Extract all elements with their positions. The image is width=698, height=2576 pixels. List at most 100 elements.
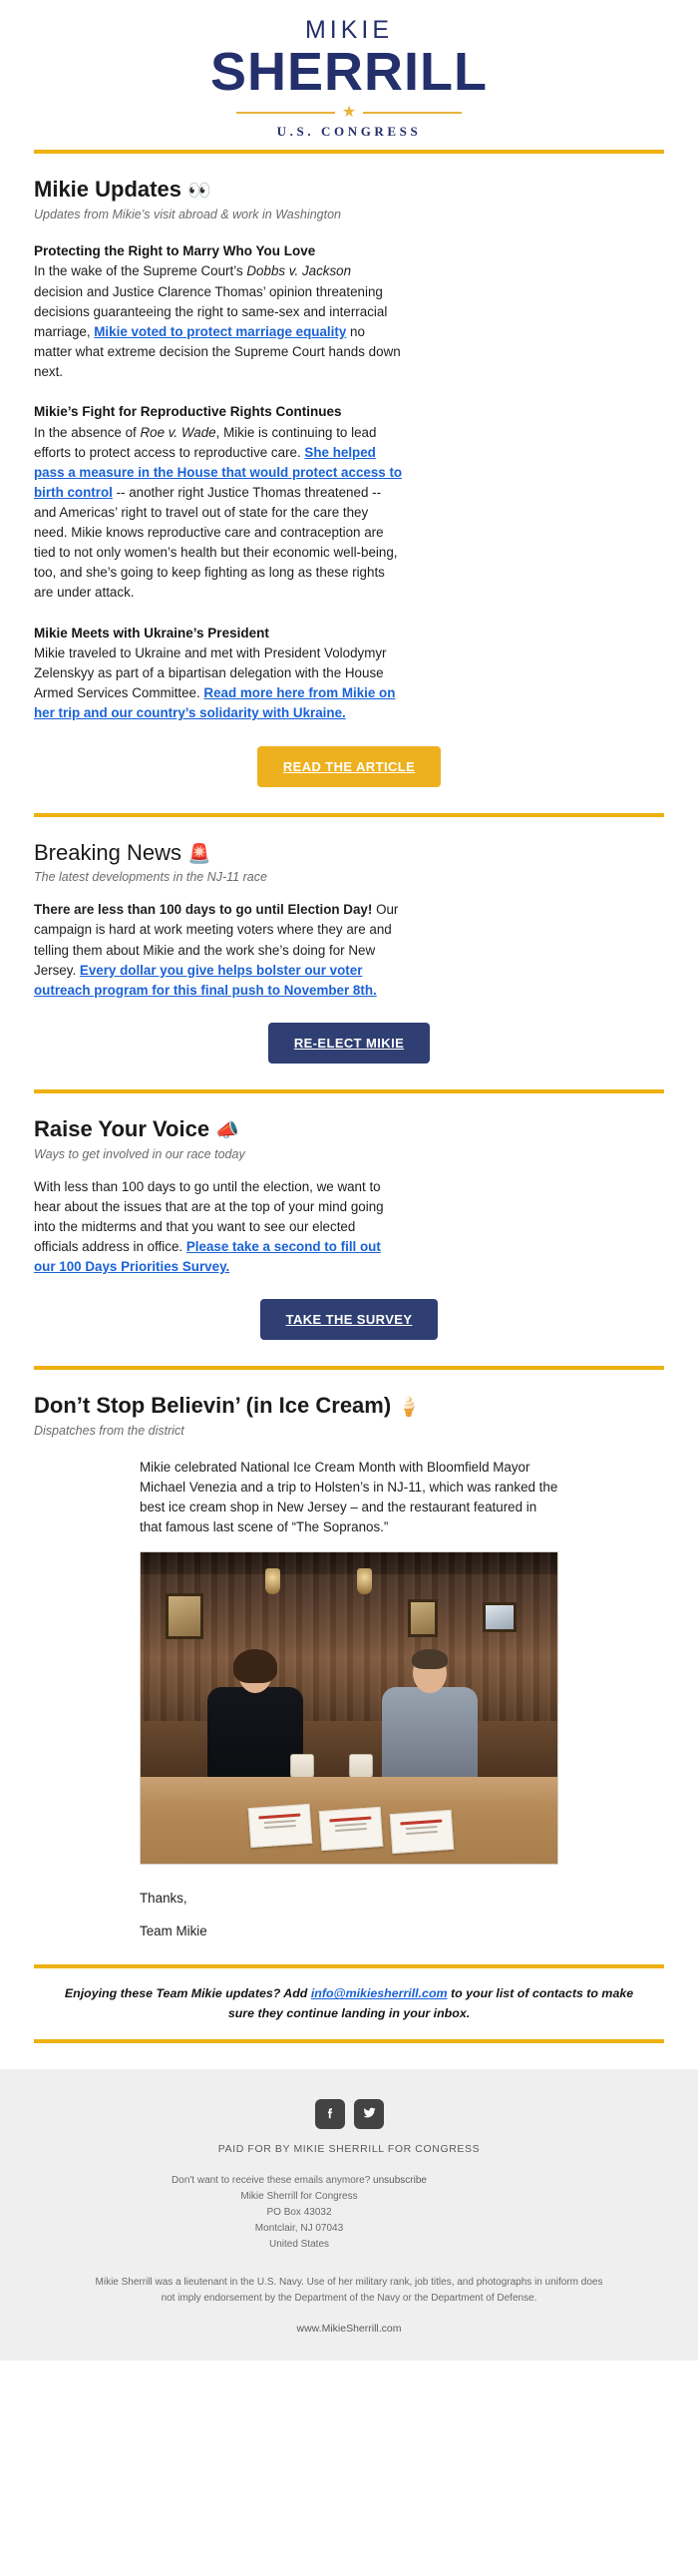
siren-emoji: 🚨: [187, 843, 211, 865]
section-subtitle: Updates from Mikie’s visit abroad & work…: [34, 207, 342, 221]
ice-cream-paragraph: Mikie celebrated National Ice Cream Mont…: [140, 1459, 558, 1535]
logo-office: U.S. CONGRESS: [276, 124, 422, 140]
website-link: www.MikieSherrill.com: [296, 2322, 402, 2335]
section-mikie-updates: Mikie Updates 👀 Updates from Mikie’s vis…: [0, 176, 698, 813]
section-body: Protecting the Right to Marry Who You Lo…: [34, 241, 403, 724]
divider-gold-4: [34, 1366, 664, 1371]
photo-wall-art: [407, 1599, 438, 1638]
photo-wall-art: [166, 1592, 204, 1639]
signoff: Thanks, Team Mikie: [140, 1891, 558, 1938]
section-subtitle: The latest developments in the NJ-11 rac…: [34, 870, 267, 885]
button-row: TAKE THE SURVEY: [34, 1277, 664, 1366]
star-icon: ★: [341, 104, 357, 122]
photo-torso: [206, 1687, 303, 1784]
photo-menu: [389, 1809, 455, 1855]
photo-menu: [247, 1803, 312, 1848]
logo-divider: ★: [236, 105, 462, 121]
photo-lamp: [265, 1567, 281, 1594]
photo-wood-panelling: [141, 1552, 557, 1734]
photo-person-mikie: [206, 1649, 303, 1784]
photo-torso: [382, 1687, 479, 1784]
contact-email-link[interactable]: info@mikiesherrill.com: [311, 1986, 448, 2000]
address-line: Mikie Sherrill for Congress: [240, 2190, 358, 2202]
photo-menu: [318, 1806, 384, 1851]
navy-disclaimer: Mikie Sherrill was a lieutenant in the U…: [95, 2276, 603, 2304]
section-subtitle: Ways to get involved in our race today: [34, 1146, 245, 1161]
case-name: Dobbs v. Jackson: [246, 263, 352, 279]
section-body: With less than 100 days to go until the …: [34, 1177, 403, 1278]
donate-link[interactable]: Every dollar you give helps bolster our …: [34, 963, 377, 998]
section-body: Mikie celebrated National Ice Cream Mont…: [140, 1458, 558, 1537]
enjoy-box: Enjoying these Team Mikie updates? Add i…: [34, 1964, 664, 2043]
facebook-icon[interactable]: [314, 2098, 345, 2129]
email-body: MIKIE SHERRILL ★ U.S. CONGRESS Mikie Upd…: [0, 0, 698, 2361]
logo-last-name: SHERRILL: [210, 42, 488, 102]
photo-wall-art: [482, 1602, 517, 1633]
address-line: Montclair, NJ 07043: [254, 2222, 344, 2234]
section-title-text: Breaking News: [34, 839, 181, 865]
section-ice-cream: Don’t Stop Believin’ (in Ice Cream) 🍦 Di…: [0, 1392, 698, 1938]
section-title: Don’t Stop Believin’ (in Ice Cream) 🍦: [34, 1392, 664, 1420]
item-paragraph: Mikie traveled to Ukraine and met with P…: [34, 644, 403, 723]
paid-for-disclosure: PAID FOR BY MIKIE SHERRILL FOR CONGRESS: [217, 2142, 481, 2155]
social-links: [40, 2098, 658, 2129]
email-footer: PAID FOR BY MIKIE SHERRILL FOR CONGRESS …: [0, 2068, 698, 2361]
unsubscribe-link[interactable]: unsubscribe: [373, 2175, 427, 2186]
item-heading: Mikie’s Fight for Reproductive Rights Co…: [34, 404, 342, 420]
take-the-survey-button[interactable]: TAKE THE SURVEY: [259, 1299, 439, 1341]
unsubscribe-line: Don't want to receive these emails anymo…: [40, 2173, 558, 2189]
photo-container: [34, 1537, 664, 1866]
enjoy-text-before: Enjoying these Team Mikie updates? Add: [64, 1986, 311, 2001]
section-body: There are less than 100 days to go until…: [34, 900, 403, 1001]
divider-gold-3: [34, 1088, 664, 1093]
address-line: PO Box 43032: [266, 2206, 332, 2218]
divider-gold-1: [34, 150, 664, 155]
section-breaking-news: Breaking News 🚨 The latest developments …: [0, 839, 698, 1089]
enjoy-text: Enjoying these Team Mikie updates? Add i…: [64, 1984, 634, 2022]
read-the-article-button[interactable]: READ THE ARTICLE: [256, 745, 442, 787]
section-raise-your-voice: Raise Your Voice 📣 Ways to get involved …: [0, 1115, 698, 1366]
unsubscribe-text: Don't want to receive these emails anymo…: [172, 2174, 371, 2186]
photo-person-mayor: [382, 1649, 479, 1784]
section-title-text: Raise Your Voice: [34, 1115, 210, 1141]
case-name: Roe v. Wade: [140, 424, 216, 440]
section-title-text: Don’t Stop Believin’ (in Ice Cream): [34, 1393, 392, 1419]
section-title: Raise Your Voice 📣: [34, 1115, 664, 1143]
photo-hair: [412, 1649, 449, 1670]
holstens-photo: [140, 1551, 558, 1866]
item-paragraph: In the wake of the Supreme Court’s Dobbs…: [34, 261, 403, 382]
section-title-text: Mikie Updates: [34, 177, 181, 203]
campaign-logo: MIKIE SHERRILL ★ U.S. CONGRESS: [0, 0, 698, 150]
photo-hair: [232, 1649, 277, 1684]
photo-lamp: [357, 1567, 373, 1594]
logo-first-name: MIKIE: [304, 16, 394, 44]
item-paragraph: With less than 100 days to go until the …: [34, 1177, 403, 1278]
divider-gold-2: [34, 812, 664, 817]
eyes-emoji: 👀: [187, 181, 211, 203]
button-row: READ THE ARTICLE: [34, 724, 664, 813]
item-heading: Mikie Meets with Ukraine’s President: [34, 625, 269, 641]
megaphone-emoji: 📣: [215, 1119, 239, 1141]
section-title: Mikie Updates 👀: [34, 176, 664, 204]
text-before: In the absence of: [34, 424, 141, 440]
item-paragraph: There are less than 100 days to go until…: [34, 900, 403, 1001]
item-paragraph: In the absence of Roe v. Wade, Mikie is …: [34, 423, 403, 604]
signoff-thanks: Thanks,: [140, 1891, 187, 1907]
twitter-icon[interactable]: [353, 2098, 384, 2129]
logo-rule-left: [236, 112, 335, 115]
text-before: In the wake of the Supreme Court’s: [34, 263, 247, 279]
section-title: Breaking News 🚨: [34, 839, 664, 867]
logo-rule-right: [363, 112, 462, 115]
address-block: Mikie Sherrill for Congress PO Box 43032…: [40, 2189, 558, 2253]
marriage-equality-link[interactable]: Mikie voted to protect marriage equality: [94, 324, 346, 339]
item-heading: Protecting the Right to Marry Who You Lo…: [34, 242, 316, 258]
button-row: RE-ELECT MIKIE: [34, 1001, 664, 1089]
address-line: United States: [268, 2238, 330, 2250]
enjoy-box-wrapper: Enjoying these Team Mikie updates? Add i…: [0, 1938, 698, 2043]
section-subtitle: Dispatches from the district: [34, 1423, 184, 1438]
re-elect-mikie-button[interactable]: RE-ELECT MIKIE: [267, 1022, 431, 1064]
ice-cream-emoji: 🍦: [397, 1397, 421, 1419]
signoff-team: Team Mikie: [140, 1924, 207, 1939]
text-after: -- another right Justice Thomas threaten…: [34, 484, 398, 601]
bold-lead: There are less than 100 days to go until…: [34, 902, 373, 918]
